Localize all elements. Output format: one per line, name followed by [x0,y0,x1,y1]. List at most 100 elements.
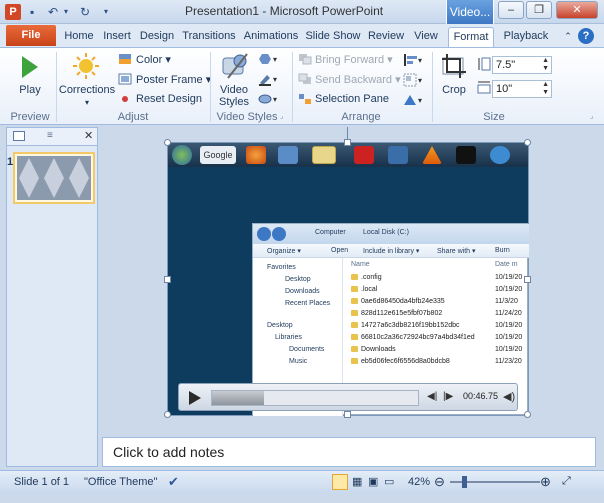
file-date: 10/19/20 [495,286,523,293]
tab-review[interactable]: Review [366,27,406,47]
video-object[interactable]: Google Computer Local Disk (C:) Organize… [167,142,529,416]
file-date: 10/19/20 [495,274,523,281]
help-icon[interactable]: ? [578,28,594,44]
play-button[interactable]: Play [10,84,50,96]
tab-view[interactable]: View [410,27,442,47]
corrections-button[interactable]: Corrections ▾ [58,84,116,108]
minimize-ribbon-icon[interactable]: ⌃ [562,27,574,47]
resize-handle[interactable] [344,139,351,146]
color-button[interactable]: Color ▾ [136,53,171,66]
video-shape-icon[interactable]: ▾ [258,52,280,66]
tab-playback[interactable]: Playback [498,27,554,47]
slide-thumbnail[interactable] [13,152,95,204]
tab-file[interactable]: File [6,25,56,46]
svg-text:▾: ▾ [418,56,422,65]
crop-icon[interactable] [440,52,468,80]
restore-button[interactable]: ❐ [526,1,552,19]
corrections-icon[interactable] [72,52,100,80]
list-item: eb5d06fec6f6556d8a0bdcb8 [351,358,450,365]
poster-frame-button[interactable]: Poster Frame ▾ [136,73,211,86]
slide-show-icon[interactable]: ▭ [384,475,394,488]
normal-view-icon[interactable] [332,474,348,490]
slides-tab-icon[interactable] [13,131,25,141]
divider [56,52,57,122]
volume-icon[interactable]: ◀) [503,390,515,403]
tab-slide-show[interactable]: Slide Show [304,27,362,47]
resize-handle[interactable] [524,411,531,418]
video-styles-launcher-icon[interactable]: ⌟ [280,112,283,120]
firefox-icon [246,146,266,164]
rotation-stem [347,127,348,139]
outline-tab-icon[interactable]: ≡ [47,130,53,141]
resize-handle[interactable] [524,276,531,283]
corrections-label: Corrections [58,84,116,96]
spell-check-icon[interactable]: ✔ [168,474,179,490]
svg-text:▾: ▾ [418,76,422,85]
shape-height-spinner[interactable]: 7.5" ▲ ▼ [492,56,552,74]
align-icon[interactable]: ▾ [403,53,425,67]
powerpoint-app-icon[interactable]: P [5,4,21,20]
nav-item: Documents [289,346,325,353]
slide-thumbnail-image [17,156,91,200]
theme-name[interactable]: "Office Theme" [84,476,157,488]
minimize-button[interactable]: – [498,1,524,19]
resize-handle[interactable] [524,139,531,146]
resize-handle[interactable] [164,139,171,146]
zoom-level[interactable]: 42% [408,476,430,488]
folder-icon [351,334,358,341]
video-effects-icon[interactable]: ▾ [258,92,280,106]
resize-handle[interactable] [344,411,351,418]
customize-qat-icon[interactable]: ▾ [104,4,108,20]
shape-height-value: 7.5" [496,59,516,71]
undo-dropdown-icon[interactable]: ▾ [64,4,68,20]
crop-button[interactable]: Crop [436,84,472,96]
play-icon[interactable] [20,54,40,80]
save-icon[interactable]: ▪ [30,4,34,20]
zoom-out-icon[interactable]: ⊖ [434,474,445,490]
reset-design-button[interactable]: Reset Design [136,93,202,105]
video-styles-button[interactable]: Video Styles [214,84,254,108]
step-back-icon[interactable]: ◀| [427,391,437,402]
tab-design[interactable]: Design [138,27,176,47]
tab-insert[interactable]: Insert [100,27,134,47]
size-launcher-icon[interactable]: ⌟ [590,112,593,120]
list-item: Downloads [351,346,396,353]
spin-arrows-icon[interactable]: ▲ ▼ [542,57,549,73]
explorer-address-bar: Computer Local Disk (C:) [253,224,529,244]
notes-pane[interactable]: Click to add notes [102,437,596,467]
resize-handle[interactable] [164,276,171,283]
poster-frame-icon [118,73,132,85]
step-forward-icon[interactable]: |▶ [443,391,453,402]
video-styles-icon[interactable] [220,52,250,80]
slides-pane-tabs: ≡ ✕ [7,128,97,146]
slide-sorter-icon[interactable]: ▦ [352,475,362,488]
terminal-icon [456,146,476,164]
tab-home[interactable]: Home [62,27,96,47]
selection-pane-button[interactable]: Selection Pane [315,93,389,105]
zoom-in-icon[interactable]: ⊕ [540,474,551,490]
close-button[interactable]: ✕ [556,1,598,19]
reading-view-icon[interactable]: ▣ [368,475,378,488]
seek-bar[interactable] [211,390,419,406]
tab-format[interactable]: Format [448,27,494,47]
shape-width-spinner[interactable]: 10" ▲ ▼ [492,80,552,98]
resize-handle[interactable] [164,411,171,418]
group-icon[interactable]: ▾ [403,73,425,87]
tab-transitions[interactable]: Transitions [180,27,238,47]
spin-arrows-icon[interactable]: ▲ ▼ [542,81,549,97]
arrange-group-label: Arrange [341,111,381,123]
nav-item: Favorites [267,264,296,271]
undo-icon[interactable]: ↶ [48,4,58,20]
adjust-group-label: Adjust [117,111,149,123]
player-play-icon[interactable] [187,390,203,406]
bring-forward-button[interactable]: Bring Forward ▾ [315,53,393,66]
tab-animations[interactable]: Animations [242,27,300,47]
redo-icon[interactable]: ↻ [80,4,90,20]
fit-to-window-icon[interactable]: ⤢ [562,475,571,488]
video-border-icon[interactable]: ▾ [258,72,280,86]
rotate-icon[interactable]: ▾ [403,93,425,107]
close-pane-icon[interactable]: ✕ [84,129,93,142]
color-icon [119,54,131,64]
zoom-slider-thumb[interactable] [462,476,467,488]
send-backward-button[interactable]: Send Backward ▾ [315,73,401,86]
